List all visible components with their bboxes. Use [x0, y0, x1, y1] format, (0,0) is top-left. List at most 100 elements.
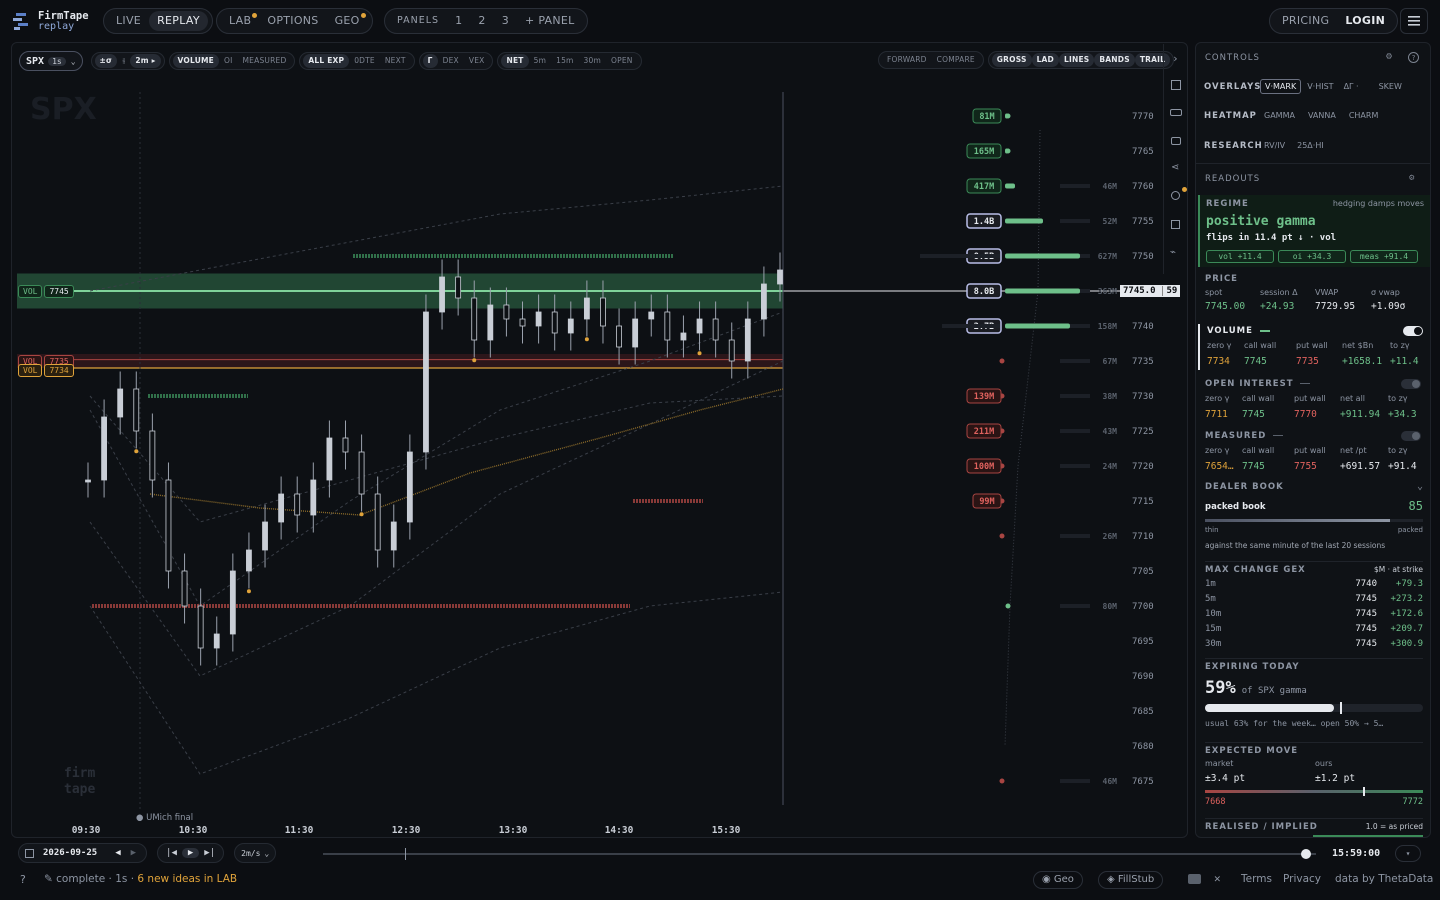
chart-toolbar-right: FORWARD COMPARE GROSS LAD LINES BANDS TR… — [878, 51, 1178, 69]
price-chart[interactable]: 7770 7765 7760 7755 7750 7745 7740 7735 7730 7725… — [12, 75, 1162, 837]
fillstub-button[interactable]: ◈ FillStub — [1098, 871, 1164, 889]
skip-start-button[interactable]: |◀ — [161, 848, 182, 858]
pencil-icon: ✎ — [44, 873, 53, 885]
tab-replay[interactable]: REPLAY — [149, 11, 208, 31]
next-day-button[interactable]: ▶ — [127, 848, 140, 858]
expected-label: EXPECTED MOVE — [1205, 746, 1299, 756]
share-icon[interactable]: ⋖ — [1171, 162, 1179, 173]
chart-toolbar: SPX 1s ⌄ ±σ ⫳ 2m ▸ VOLUME OI MEASURED AL… — [19, 51, 646, 71]
tab-live[interactable]: LIVE — [108, 11, 149, 31]
timeline-options-button[interactable]: ▾ — [1395, 845, 1421, 862]
brand[interactable]: FirmTape replay — [12, 10, 102, 32]
tool-15m[interactable]: 15m — [551, 54, 578, 68]
candle-body — [761, 283, 767, 320]
play-button[interactable]: ▶ — [181, 848, 200, 858]
terms-link[interactable]: Terms — [1241, 873, 1272, 885]
bars-toggle[interactable]: ⫳ — [117, 54, 130, 68]
tab-options[interactable]: OPTIONS — [259, 11, 326, 31]
heatmap-vanna[interactable]: VANNA — [1301, 111, 1343, 121]
event-marker[interactable]: ● UMich final — [136, 813, 193, 823]
tool-all-exp[interactable]: ALL EXP — [303, 54, 350, 68]
range-toggle[interactable]: 2m ▸ — [130, 54, 161, 68]
gear-icon[interactable]: ⚙ — [1386, 51, 1392, 62]
tool-vex[interactable]: VEX — [464, 54, 490, 68]
skip-end-button[interactable]: ▶| — [199, 848, 220, 858]
geo-icon: ◉ — [1042, 874, 1054, 885]
research-25d[interactable]: 25Δ·HI — [1291, 141, 1330, 151]
tool-30m[interactable]: 30m — [579, 54, 606, 68]
sigma-toggle[interactable]: ±σ — [94, 54, 118, 68]
volume-headers: zero γ call wall put wall net $Bn to zγ — [1207, 341, 1410, 350]
tool-compare[interactable]: COMPARE — [932, 53, 980, 67]
overlay-dgamma[interactable]: ΔΓ · — [1340, 80, 1363, 93]
help-button[interactable]: ? — [20, 873, 26, 886]
research-rviv[interactable]: RV/IV — [1260, 141, 1289, 151]
pulse-icon[interactable]: ⌁ — [1170, 247, 1176, 258]
tool-5m[interactable]: 5m — [529, 54, 551, 68]
tool-lad[interactable]: LAD — [1031, 53, 1059, 67]
tool-next[interactable]: NEXT — [380, 54, 411, 68]
tool-open[interactable]: OPEN — [606, 54, 638, 68]
watermark-line2: tape — [64, 782, 96, 797]
overlay-vhist[interactable]: V·HIST — [1303, 80, 1337, 93]
tool-dex[interactable]: DEX — [438, 54, 464, 68]
tool-gross[interactable]: GROSS — [991, 53, 1032, 67]
tool-0dte[interactable]: 0DTE — [349, 54, 380, 68]
vol-level-7745[interactable]: VOL 7745 — [18, 285, 74, 298]
globe-icon[interactable] — [1171, 191, 1180, 200]
tab-geo[interactable]: GEO — [327, 11, 368, 31]
help-icon[interactable]: ? — [1408, 52, 1419, 63]
tool-forward[interactable]: FORWARD — [882, 53, 932, 67]
login-button[interactable]: LOGIN — [1337, 11, 1393, 31]
pricing-link[interactable]: PRICING — [1274, 11, 1337, 31]
research-row: RESEARCH RV/IV 25Δ·HI — [1204, 141, 1330, 151]
panel-1[interactable]: 1 — [447, 11, 470, 31]
heatmap-row: HEATMAP GAMMA VANNA CHARM — [1204, 111, 1382, 121]
gross-label: 46M — [1103, 777, 1118, 786]
window-icon[interactable] — [1170, 109, 1182, 116]
chevron-right-icon[interactable]: › — [1172, 52, 1179, 65]
fullscreen-icon[interactable] — [1171, 80, 1181, 90]
candle-body — [406, 451, 413, 523]
measured-toggle[interactable] — [1401, 431, 1421, 441]
overlay-vmark[interactable]: V·MARK — [1260, 79, 1302, 94]
tool-measured[interactable]: MEASURED — [238, 54, 292, 68]
tab-lab[interactable]: LAB — [221, 11, 259, 31]
add-panel-button[interactable]: + PANEL — [517, 11, 583, 31]
tool-bands[interactable]: BANDS — [1094, 53, 1135, 67]
camera-icon[interactable] — [1171, 137, 1181, 145]
heatmap-charm[interactable]: CHARM — [1345, 111, 1383, 121]
tool-oi[interactable]: OI — [219, 54, 238, 68]
panel-3[interactable]: 3 — [494, 11, 517, 31]
readouts-gear-icon[interactable]: ⚙ — [1409, 173, 1414, 183]
dealer-chevron-icon[interactable]: ⌄ — [1417, 481, 1423, 492]
privacy-link[interactable]: Privacy — [1283, 873, 1321, 885]
vol-level-7734[interactable]: VOL 7734 — [18, 364, 74, 377]
date-picker[interactable]: 2026-09-25 ◀ ▶ — [18, 843, 148, 863]
speed-select[interactable]: 2m/s ⌄ — [234, 843, 277, 863]
overlay-skew[interactable]: SKEW — [1375, 80, 1406, 93]
tool-gamma[interactable]: Γ — [422, 54, 438, 68]
youtube-icon[interactable] — [1188, 874, 1201, 884]
ideas-link[interactable]: 6 new ideas in LAB — [137, 873, 237, 885]
volume-toggle[interactable] — [1403, 326, 1423, 336]
prev-day-button[interactable]: ◀ — [109, 848, 126, 858]
y-tick-label: 7770 — [1132, 112, 1154, 122]
overlays-row: OVERLAYS V·MARK V·HIST ΔΓ · SKEW — [1204, 79, 1406, 94]
x-social-icon[interactable]: ✕ — [1214, 872, 1221, 885]
menu-button[interactable] — [1400, 8, 1428, 34]
chevron-down-icon: ⌄ — [264, 848, 270, 858]
candle-body — [439, 276, 445, 313]
symbol-select[interactable]: SPX 1s ⌄ — [19, 51, 83, 71]
geo-button[interactable]: ◉ Geo — [1033, 871, 1083, 889]
timeline-knob[interactable] — [1301, 849, 1312, 859]
panels-switch: PANELS 1 2 3 + PANEL — [384, 8, 588, 34]
panel-2[interactable]: 2 — [470, 11, 493, 31]
tool-net[interactable]: NET — [501, 54, 529, 68]
calendar-icon[interactable] — [1171, 220, 1180, 229]
tool-lines[interactable]: LINES — [1059, 53, 1095, 67]
tool-volume[interactable]: VOLUME — [172, 54, 219, 68]
heatmap-gamma[interactable]: GAMMA — [1260, 111, 1299, 121]
oi-toggle[interactable] — [1401, 379, 1421, 389]
timeline-track[interactable] — [323, 848, 1316, 860]
